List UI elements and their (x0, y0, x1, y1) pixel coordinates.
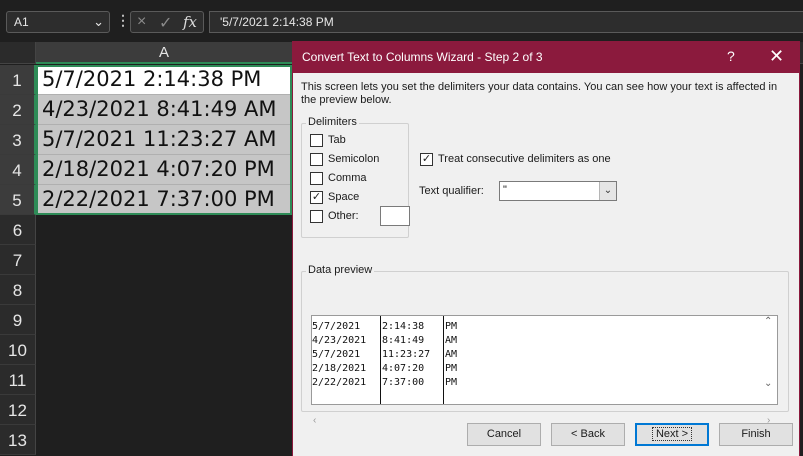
name-box[interactable]: A1 ⌄ (6, 11, 110, 33)
checkbox-box[interactable]: ✓ (420, 153, 433, 166)
cell[interactable]: 2/22/2021 7:37:00 PM (36, 185, 292, 215)
row-header[interactable]: 13 (0, 425, 36, 455)
preview-cell: PM (445, 363, 458, 374)
cell[interactable]: 5/7/2021 2:14:38 PM (36, 65, 292, 95)
preview-cell: 7:37:00 (382, 377, 425, 388)
delimiter-label: Other: (328, 210, 359, 222)
back-button[interactable]: < Back (551, 423, 625, 446)
text-qualifier-value: " (503, 184, 507, 196)
column-a-cells: 5/7/2021 2:14:38 PM 4/23/2021 8:41:49 AM 5… (36, 65, 292, 215)
preview-cell: 2:14:38 (382, 321, 425, 332)
scroll-up-icon[interactable]: ⌃ (764, 316, 772, 327)
row-header[interactable]: 5 (0, 185, 36, 215)
row-headers: 1 2 3 4 5 6 7 8 9 10 11 12 13 (0, 65, 36, 455)
cell[interactable]: 5/7/2021 11:23:27 AM (36, 125, 292, 155)
row-header[interactable]: 11 (0, 365, 36, 395)
consecutive-label: Treat consecutive delimiters as one (438, 153, 611, 165)
preview-cell: 8:41:49 (382, 335, 425, 346)
row-header[interactable]: 2 (0, 95, 36, 125)
row-header[interactable]: 8 (0, 275, 36, 305)
column-header-a[interactable]: A (36, 42, 292, 64)
row-header[interactable]: 9 (0, 305, 36, 335)
formula-input[interactable]: '5/7/2021 2:14:38 PM (209, 11, 803, 33)
checkbox-box[interactable] (310, 134, 323, 147)
row-header[interactable]: 7 (0, 245, 36, 275)
checkbox-box[interactable] (310, 210, 323, 223)
text-to-columns-dialog: Convert Text to Columns Wizard - Step 2 … (292, 41, 800, 456)
preview-cell: PM (445, 321, 458, 332)
cancel-button[interactable]: Cancel (467, 423, 541, 446)
vertical-scrollbar[interactable]: ⌃ ⌄ (760, 316, 777, 404)
checkbox-box[interactable] (310, 153, 323, 166)
dialog-titlebar[interactable]: Convert Text to Columns Wizard - Step 2 … (293, 42, 799, 73)
delimiter-label: Comma (328, 172, 367, 184)
delimiter-label: Space (328, 191, 360, 203)
data-preview-group: Data preview 5/7/2021 2:14:38 PM 4/23/2021 8… (301, 264, 789, 426)
delimiters-group: Delimiters Tab Semicolon Comma ✓ Space Other: (301, 116, 410, 238)
other-delimiter-input[interactable] (380, 206, 410, 226)
chevron-down-icon[interactable]: ⌄ (599, 182, 616, 200)
column-break-line[interactable] (443, 316, 444, 404)
cancel-icon[interactable]: × (137, 13, 146, 31)
preview-cell: 2/22/2021 (312, 377, 367, 388)
row-header[interactable]: 12 (0, 395, 36, 425)
empty-cells[interactable] (36, 215, 292, 456)
next-button-label: Next > (651, 427, 693, 441)
row-header[interactable]: 4 (0, 155, 36, 185)
delimiter-label: Tab (328, 134, 346, 146)
checkbox-box[interactable] (310, 172, 323, 185)
finish-button[interactable]: Finish (719, 423, 793, 446)
name-box-value: A1 (14, 15, 29, 29)
formula-bar: A1 ⌄ ⋮ × ✓ fx '5/7/2021 2:14:38 PM (0, 0, 803, 42)
cell[interactable]: 2/18/2021 4:07:20 PM (36, 155, 292, 185)
preview-cell: 2/18/2021 (312, 363, 367, 374)
scroll-down-icon[interactable]: ⌄ (764, 378, 772, 389)
data-preview-box[interactable]: 5/7/2021 2:14:38 PM 4/23/2021 8:41:49 AM 5/7/2… (311, 315, 778, 405)
preview-cell: 5/7/2021 (312, 349, 361, 360)
scroll-left-icon[interactable]: ‹ (313, 415, 316, 426)
row-header[interactable]: 3 (0, 125, 36, 155)
checkbox-box[interactable]: ✓ (310, 191, 323, 204)
cell[interactable]: 4/23/2021 8:41:49 AM (36, 95, 292, 125)
column-break-line[interactable] (380, 316, 381, 404)
data-preview-legend: Data preview (306, 264, 375, 276)
preview-cell: 11:23:27 (382, 349, 431, 360)
chevron-down-icon[interactable]: ⌄ (93, 14, 104, 30)
formula-buttons: × ✓ fx (130, 11, 204, 33)
more-options-icon[interactable]: ⋮ (116, 12, 130, 29)
preview-cell: 5/7/2021 (312, 321, 361, 332)
delimiters-legend: Delimiters (306, 116, 359, 128)
dialog-description: This screen lets you set the delimiters … (301, 81, 778, 106)
preview-cell: AM (445, 335, 458, 346)
close-icon[interactable]: ✕ (769, 46, 784, 67)
row-header[interactable]: 10 (0, 335, 36, 365)
text-qualifier-label: Text qualifier: (419, 185, 484, 197)
row-header[interactable]: 1 (0, 65, 36, 95)
preview-cell: 4:07:20 (382, 363, 425, 374)
dialog-title: Convert Text to Columns Wizard - Step 2 … (302, 50, 543, 64)
enter-icon[interactable]: ✓ (159, 13, 172, 33)
preview-cell: 4/23/2021 (312, 335, 367, 346)
help-icon[interactable]: ? (727, 48, 735, 64)
insert-function-icon[interactable]: fx (183, 13, 197, 31)
text-qualifier-select[interactable]: " ⌄ (499, 181, 617, 201)
delimiter-label: Semicolon (328, 153, 380, 165)
next-button[interactable]: Next > (635, 423, 709, 446)
preview-cell: PM (445, 377, 458, 388)
select-all-corner[interactable] (0, 42, 36, 64)
preview-cell: AM (445, 349, 458, 360)
row-header[interactable]: 6 (0, 215, 36, 245)
